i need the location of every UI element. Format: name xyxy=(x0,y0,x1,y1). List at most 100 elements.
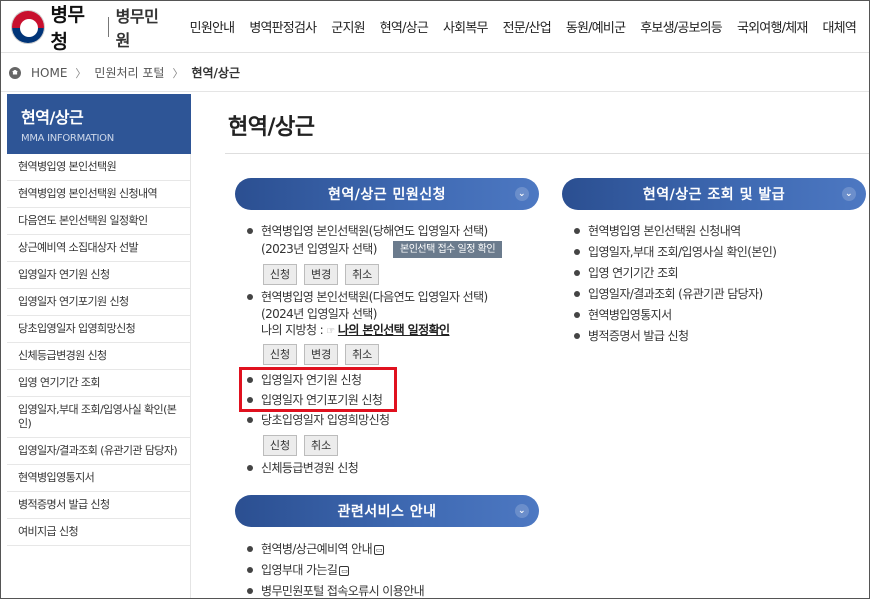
breadcrumb-home[interactable]: HOME xyxy=(31,66,67,80)
logo-divider xyxy=(107,16,109,37)
nav-item-specialist[interactable]: 전문/산업 xyxy=(503,17,552,36)
change-button[interactable]: 변경 xyxy=(304,264,339,285)
lookup-item-label: 현역병입영 본인선택원 신청내역 xyxy=(588,224,741,238)
sidebar-item-reserve-selection[interactable]: 상근예비역 소집대상자 선발 xyxy=(7,235,190,262)
apply-item-2-line2: (2024년 입영일자 선택) xyxy=(261,307,377,321)
lookup-section-title: 현역/상근 조회 및 발급 xyxy=(642,187,786,203)
sidebar-item-next-year-schedule[interactable]: 다음연도 본인선택원 일정확인 xyxy=(7,208,190,235)
page-frame: 병무청 병무민원 민원안내 병역판정검사 군지원 현역/상근 사회복무 전문/산… xyxy=(0,0,870,599)
schedule-check-tag-button[interactable]: 본인선택 접수 일정 확인 xyxy=(393,241,503,258)
nav-item-candidate[interactable]: 후보생/공보의등 xyxy=(640,17,723,36)
apply-item-6-label: 신체등급변경원 신청 xyxy=(261,461,359,475)
chevron-down-icon[interactable]: ⌄ xyxy=(515,187,529,201)
cancel-button[interactable]: 취소 xyxy=(304,435,339,456)
sidebar-item-certificate[interactable]: 병적증명서 발급 신청 xyxy=(7,492,190,519)
lookup-section-header: 현역/상근 조회 및 발급 ⌄ xyxy=(562,178,866,210)
breadcrumb-current: 현역/상근 xyxy=(191,66,241,80)
apply-item-grade-change[interactable]: 신체등급변경원 신청 xyxy=(247,460,547,476)
lookup-item-label: 현역병입영통지서 xyxy=(588,308,672,322)
apply-item-2-line3: 나의 지방청 : ☞ 나의 본인선택 일정확인 xyxy=(261,322,450,340)
lookup-item-certificate[interactable]: 병적증명서 발급 신청 xyxy=(574,328,864,344)
lookup-item-self-select-history[interactable]: 현역병입영 본인선택원 신청내역 xyxy=(574,223,864,239)
apply-item-1-buttons: 신청 변경 취소 xyxy=(263,263,381,285)
related-item-reserve-guide[interactable]: 현역병/상근예비역 안내 ▭ xyxy=(247,541,547,557)
lookup-item-unit[interactable]: 입영일자,부대 조회/입영사실 확인(본인) xyxy=(574,244,864,260)
nav-item-civil-guide[interactable]: 민원안내 xyxy=(190,17,235,36)
change-button[interactable]: 변경 xyxy=(304,344,339,365)
apply-button[interactable]: 신청 xyxy=(263,435,297,456)
page-title: 현역/상근 xyxy=(228,115,315,140)
lookup-item-label: 입영일자/결과조회 (유관기관 담당자) xyxy=(588,287,763,301)
sidebar: 현역/상근 MMA INFORMATION 현역병입영 본인선택원 현역병입영 … xyxy=(7,94,191,598)
related-item-label: 입영부대 가는길 xyxy=(261,563,338,577)
nav-item-exam[interactable]: 병역판정검사 xyxy=(249,17,317,36)
lookup-item-postpone-period[interactable]: 입영 연기기간 조회 xyxy=(574,265,864,281)
global-nav: 민원안내 병역판정검사 군지원 현역/상근 사회복무 전문/산업 동원/예비군 … xyxy=(190,1,869,53)
popup-window-icon: ▭ xyxy=(339,565,350,576)
breadcrumb-separator: 〉 xyxy=(75,66,87,80)
lookup-list: 현역병입영 본인선택원 신청내역 입영일자,부대 조회/입영사실 확인(본인) … xyxy=(574,223,864,344)
pointing-hand-icon: ☞ xyxy=(326,326,335,337)
sidebar-header: 현역/상근 MMA INFORMATION xyxy=(7,94,191,154)
sidebar-item-grade-change[interactable]: 신체등급변경원 신청 xyxy=(7,343,190,370)
sidebar-item-travel-expense[interactable]: 여비지급 신청 xyxy=(7,519,190,546)
nav-item-alternative[interactable]: 대체역 xyxy=(823,17,857,36)
apply-button[interactable]: 신청 xyxy=(263,264,297,285)
site-logo[interactable]: 병무청 병무민원 xyxy=(11,1,172,53)
apply-item-self-select-next-year: 현역병입영 본인선택원(다음연도 입영일자 선택) xyxy=(247,289,547,305)
apply-item-original-date[interactable]: 당초입영일자 입영희망신청 xyxy=(247,412,547,428)
related-item-label: 병무민원포털 접속오류시 이용안내 xyxy=(261,584,425,598)
breadcrumb-portal[interactable]: 민원처리 포털 xyxy=(94,64,164,81)
lookup-item-notice[interactable]: 현역병입영통지서 xyxy=(574,307,864,323)
apply-item-2-line1: 현역병입영 본인선택원(다음연도 입영일자 선택) xyxy=(261,290,488,304)
sidebar-item-notice[interactable]: 현역병입영통지서 xyxy=(7,465,190,492)
sidebar-item-self-select[interactable]: 현역병입영 본인선택원 xyxy=(7,154,190,181)
sidebar-item-unit-lookup[interactable]: 입영일자,부대 조회/입영사실 확인(본인) xyxy=(7,397,190,438)
sidebar-item-original-date[interactable]: 당초입영일자 입영희망신청 xyxy=(7,316,190,343)
apply-list-item-2: 현역병입영 본인선택원(다음연도 입영일자 선택) xyxy=(247,289,547,305)
taegeuk-logo-icon xyxy=(11,9,45,44)
nav-item-social-service[interactable]: 사회복무 xyxy=(443,17,488,36)
apply-item-1-line1: 현역병입영 본인선택원(당해연도 입영일자 선택) xyxy=(261,224,488,238)
nav-item-active-duty[interactable]: 현역/상근 xyxy=(380,17,429,36)
related-section-title: 관련서비스 안내 xyxy=(337,504,437,520)
sidebar-title: 현역/상근 xyxy=(21,108,84,127)
apply-section-title: 현역/상근 민원신청 xyxy=(327,187,447,203)
top-header: 병무청 병무민원 민원안내 병역판정검사 군지원 현역/상근 사회복무 전문/산… xyxy=(1,1,869,53)
cancel-button[interactable]: 취소 xyxy=(345,264,380,285)
apply-item-2-buttons: 신청 변경 취소 xyxy=(263,343,381,365)
apply-item-5-label: 당초입영일자 입영희망신청 xyxy=(261,413,390,427)
sidebar-item-postpone-request[interactable]: 입영일자 연기원 신청 xyxy=(7,262,190,289)
home-icon[interactable] xyxy=(9,66,21,79)
breadcrumb: HOME 〉 민원처리 포털 〉 현역/상근 xyxy=(1,54,869,92)
nav-item-overseas[interactable]: 국외여행/체재 xyxy=(737,17,808,36)
breadcrumb-separator: 〉 xyxy=(172,66,184,80)
related-item-error-guide[interactable]: 병무민원포털 접속오류시 이용안내 xyxy=(247,583,547,598)
nav-item-reserve[interactable]: 동원/예비군 xyxy=(566,17,626,36)
sidebar-item-self-select-history[interactable]: 현역병입영 본인선택원 신청내역 xyxy=(7,181,190,208)
sidebar-item-postpone-period[interactable]: 입영 연기기간 조회 xyxy=(7,370,190,397)
logo-subtitle: 병무민원 xyxy=(115,6,159,50)
related-item-directions[interactable]: 입영부대 가는길 ▭ xyxy=(247,562,547,578)
sidebar-item-result-lookup[interactable]: 입영일자/결과조회 (유관기관 담당자) xyxy=(7,438,190,465)
cancel-button[interactable]: 취소 xyxy=(345,344,380,365)
my-schedule-link[interactable]: 나의 본인선택 일정확인 xyxy=(338,323,450,337)
lookup-item-result[interactable]: 입영일자/결과조회 (유관기관 담당자) xyxy=(574,286,864,302)
apply-section-header: 현역/상근 민원신청 ⌄ xyxy=(235,178,539,210)
related-item-label: 현역병/상근예비역 안내 xyxy=(261,542,373,556)
apply-button[interactable]: 신청 xyxy=(263,344,297,365)
apply-item-self-select-this-year: 현역병입영 본인선택원(당해연도 입영일자 선택) xyxy=(247,223,547,239)
chevron-down-icon[interactable]: ⌄ xyxy=(842,187,856,201)
sidebar-menu: 현역병입영 본인선택원 현역병입영 본인선택원 신청내역 다음연도 본인선택원 … xyxy=(7,154,190,546)
sidebar-item-postpone-cancel[interactable]: 입영일자 연기포기원 신청 xyxy=(7,289,190,316)
chevron-down-icon[interactable]: ⌄ xyxy=(515,504,529,518)
highlight-box xyxy=(239,367,397,412)
my-office-label: 나의 지방청 : xyxy=(261,323,324,337)
related-section-header: 관련서비스 안내 ⌄ xyxy=(235,495,539,527)
nav-item-volunteer[interactable]: 군지원 xyxy=(331,17,365,36)
related-list: 현역병/상근예비역 안내 ▭ 입영부대 가는길 ▭ 병무민원포털 접속오류시 이용안… xyxy=(247,541,547,598)
apply-list-grade: 신체등급변경원 신청 xyxy=(247,460,547,476)
popup-window-icon: ▭ xyxy=(374,544,385,555)
apply-item-1-line2: (2023년 입영일자 선택) xyxy=(261,242,377,256)
title-divider xyxy=(225,153,869,154)
